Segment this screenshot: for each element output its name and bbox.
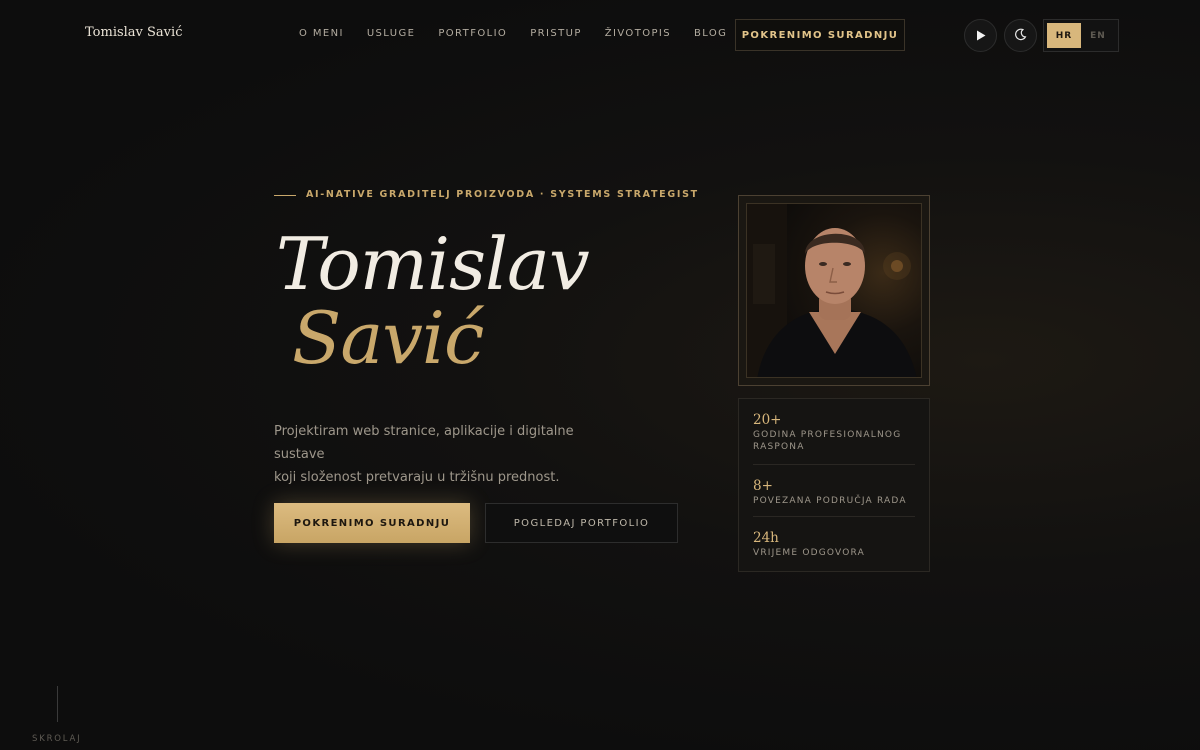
portrait-photo (746, 203, 922, 378)
hero-description: Projektiram web stranice, aplikacije i d… (274, 420, 604, 489)
nav-link-portfolio[interactable]: PORTFOLIO (438, 28, 507, 39)
stat-item: 24h VRIJEME ODGOVORA (753, 517, 915, 569)
stat-label: GODINA PROFESIONALNOG RASPONA (753, 430, 902, 452)
play-icon (976, 26, 986, 45)
portrait-frame (738, 195, 930, 386)
stat-value: 8+ (753, 478, 773, 494)
nav-link-usluge[interactable]: USLUGE (367, 28, 416, 39)
site-header: Tomislav Savić O MENI USLUGE PORTFOLIO P… (0, 0, 1200, 70)
lang-option-en[interactable]: EN (1081, 23, 1115, 48)
eyebrow-divider (274, 195, 296, 196)
stat-item: 8+ POVEZANA PODRUČJA RADA (753, 465, 915, 517)
hero-description-line: Projektiram web stranice, aplikacije i d… (274, 424, 574, 462)
hero-eyebrow: AI-NATIVE GRADITELJ PROIZVODA · SYSTEMS … (306, 189, 699, 200)
moon-icon (1014, 26, 1027, 45)
stat-label: POVEZANA PODRUČJA RADA (753, 496, 907, 506)
stat-value: 20+ (753, 412, 782, 428)
stat-value: 24h (753, 530, 779, 546)
stat-label: VRIJEME ODGOVORA (753, 548, 865, 558)
scroll-indicator-line (57, 686, 58, 722)
play-button[interactable] (964, 19, 997, 52)
header-cta-button[interactable]: POKRENIMO SURADNJU (735, 19, 905, 51)
language-switcher: HR EN (1043, 19, 1119, 52)
main-nav: O MENI USLUGE PORTFOLIO PRISTUP ŽIVOTOPI… (299, 28, 750, 39)
stat-item: 20+ GODINA PROFESIONALNOG RASPONA (753, 399, 915, 465)
nav-link-zivotopis[interactable]: ŽIVOTOPIS (605, 28, 671, 39)
hero-description-line: koji složenost pretvaraju u tržišnu pred… (274, 470, 560, 485)
nav-link-blog[interactable]: BLOG (694, 28, 727, 39)
brand-logo[interactable]: Tomislav Savić (85, 25, 182, 40)
stats-card: 20+ GODINA PROFESIONALNOG RASPONA 8+ POV… (738, 398, 930, 572)
view-portfolio-button[interactable]: POGLEDAJ PORTFOLIO (485, 503, 678, 543)
nav-link-pristup[interactable]: PRISTUP (530, 28, 582, 39)
start-collaboration-button[interactable]: POKRENIMO SURADNJU (274, 503, 470, 543)
theme-toggle-button[interactable] (1004, 19, 1037, 52)
hero-last-name: Savić (292, 296, 484, 380)
scroll-hint[interactable]: SKROLAJ (32, 734, 81, 744)
nav-link-o-meni[interactable]: O MENI (299, 28, 344, 39)
lang-option-hr[interactable]: HR (1047, 23, 1081, 48)
hero-first-name: Tomislav (276, 222, 590, 306)
